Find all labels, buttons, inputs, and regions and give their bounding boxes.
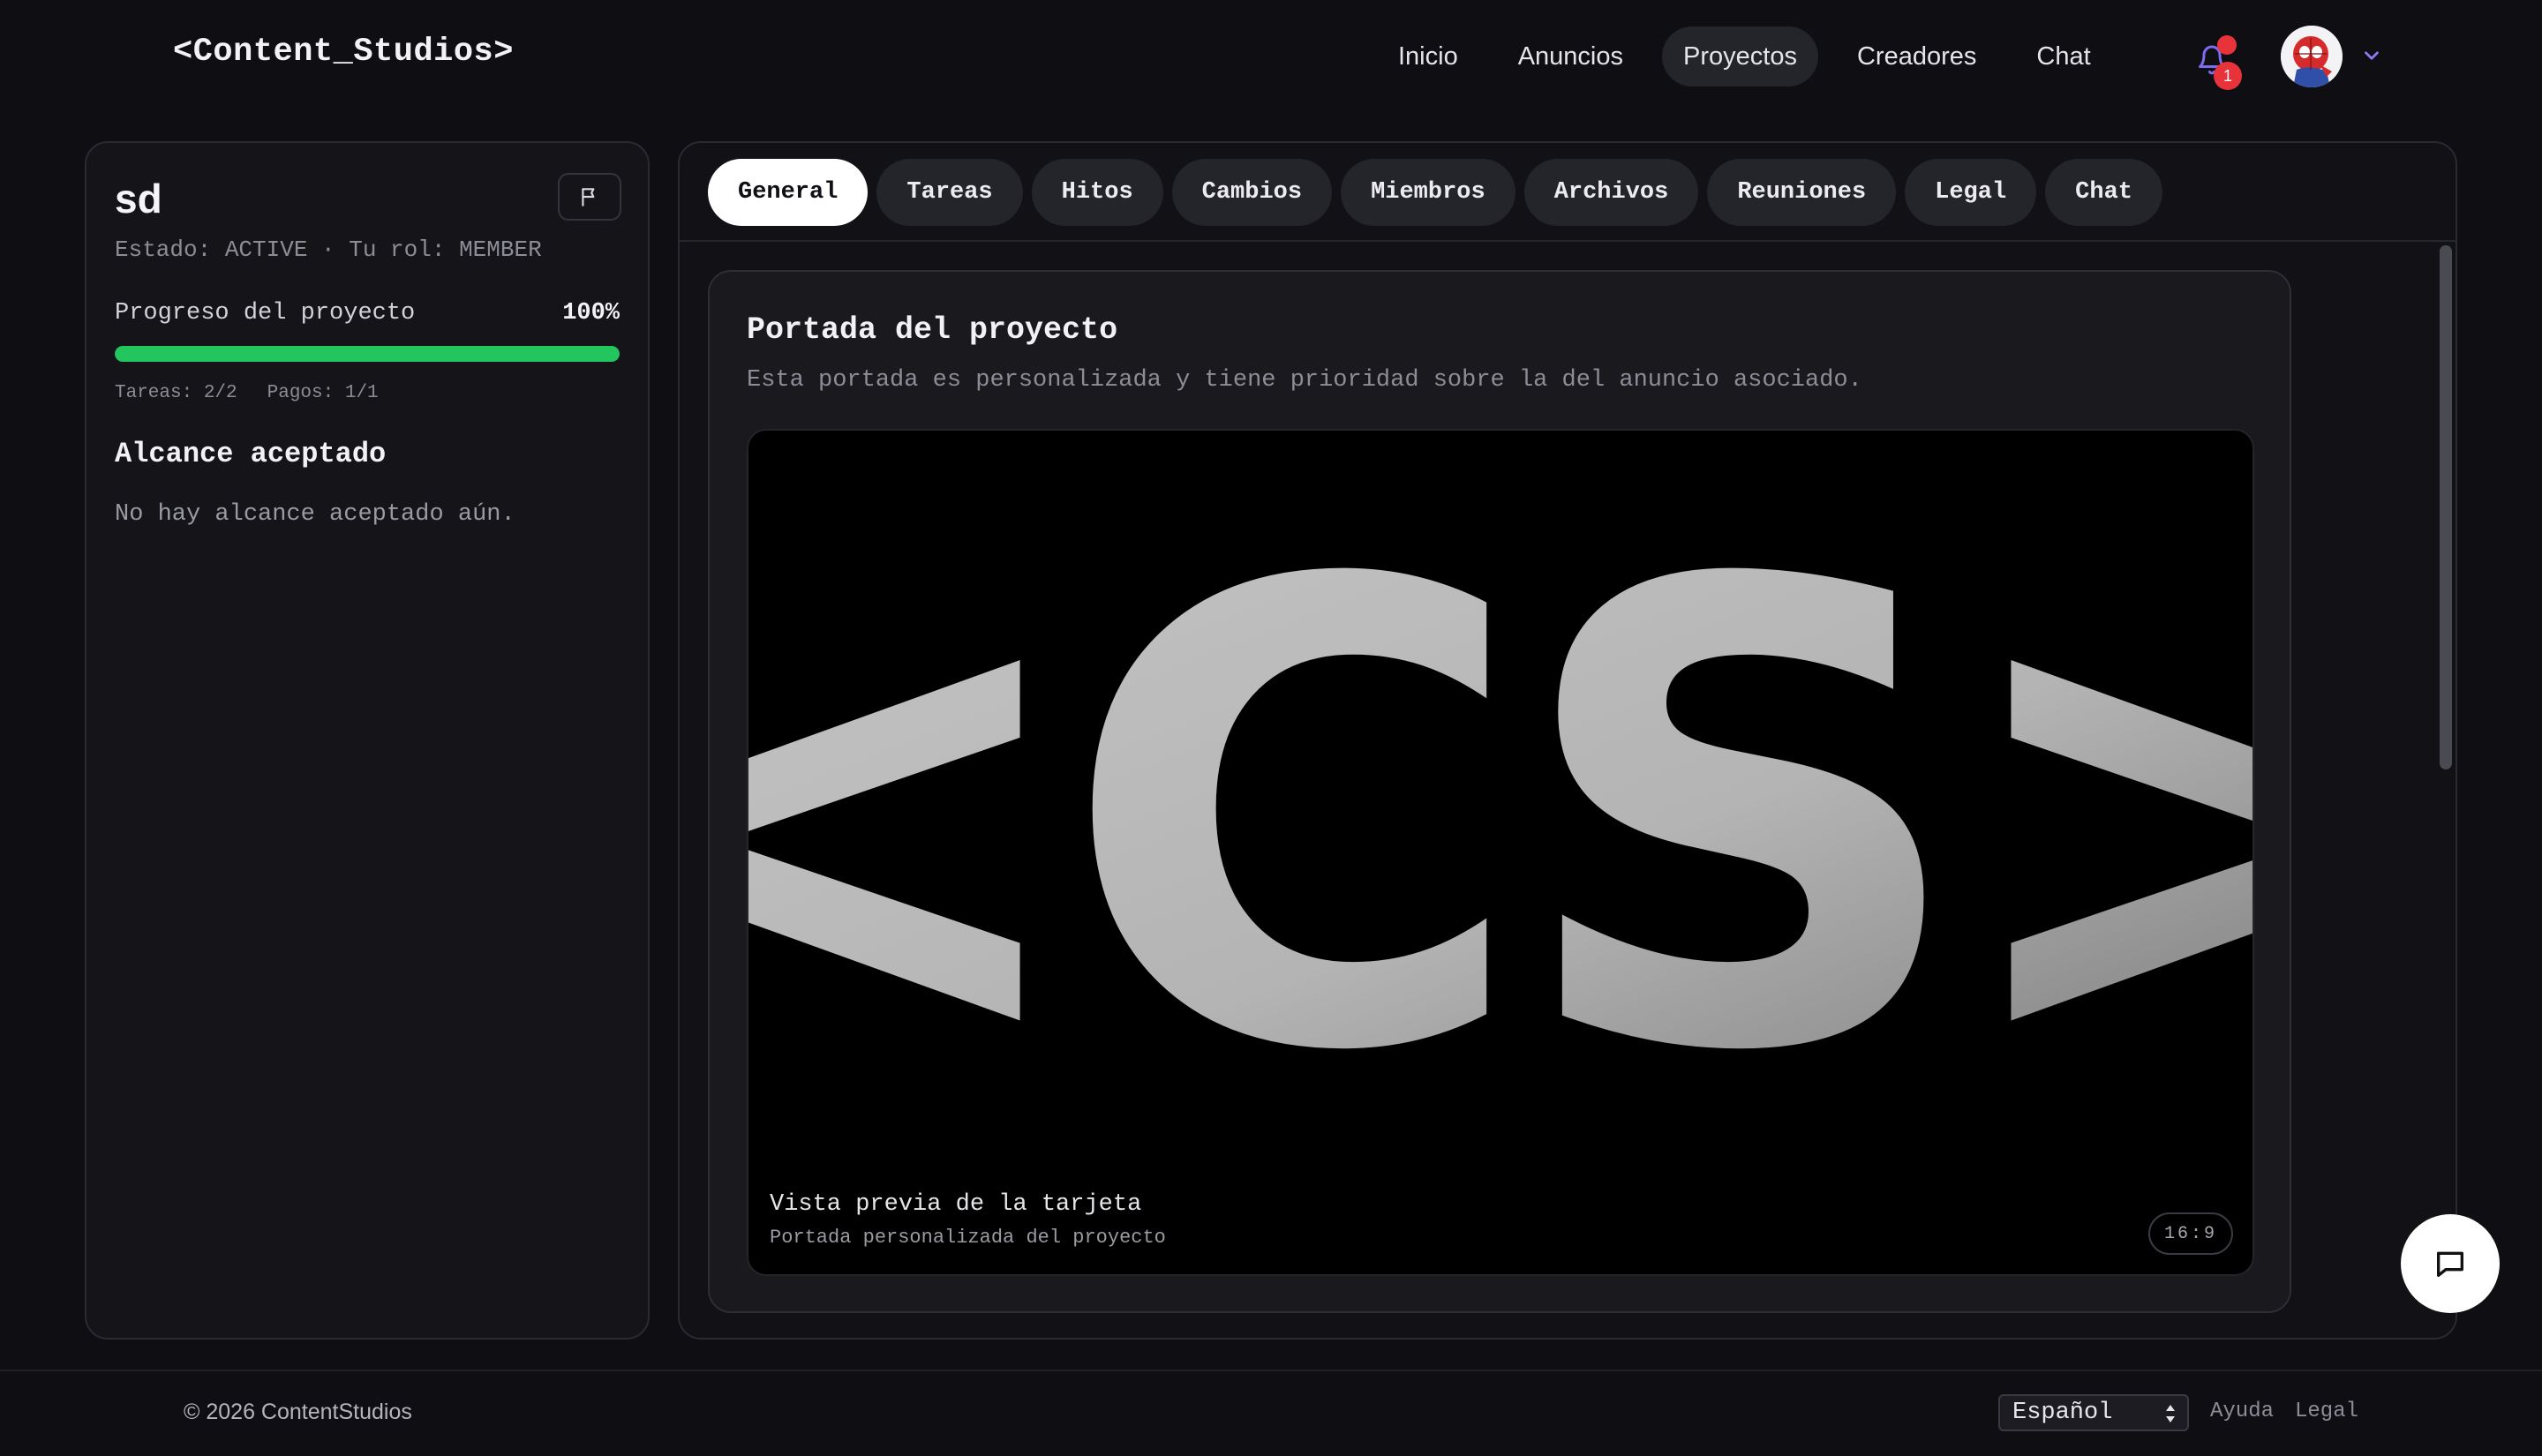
- report-button[interactable]: [558, 173, 621, 221]
- progress-value: 100%: [562, 300, 620, 326]
- scope-empty-message: No hay alcance aceptado aún.: [115, 501, 515, 528]
- nav-item-inicio[interactable]: Inicio: [1377, 26, 1479, 86]
- tabs-divider: [680, 240, 2456, 242]
- top-header: <Content_Studios> Inicio Anuncios Proyec…: [0, 0, 2542, 113]
- nav-item-proyectos[interactable]: Proyectos: [1662, 26, 1818, 86]
- nav-item-chat[interactable]: Chat: [2015, 26, 2111, 86]
- cover-subtitle: Esta portada es personalizada y tiene pr…: [747, 367, 1862, 394]
- nav-item-creadores[interactable]: Creadores: [1836, 26, 1997, 86]
- cover-logo-image: <CS>: [748, 450, 2254, 1190]
- preview-title: Vista previa de la tarjeta: [770, 1191, 1142, 1218]
- footer-divider: [0, 1370, 2542, 1371]
- tasks-count: Tareas: 2/2: [115, 383, 237, 403]
- notification-dot: [2217, 35, 2237, 55]
- preview-subtitle: Portada personalizada del proyecto: [770, 1227, 1166, 1249]
- cover-preview[interactable]: <CS> Vista previa de la tarjeta Portada …: [747, 429, 2254, 1276]
- main-nav: Inicio Anuncios Proyectos Creadores Chat: [1377, 26, 2130, 86]
- tab-general[interactable]: General: [708, 159, 869, 226]
- scope-title: Alcance aceptado: [115, 438, 387, 470]
- cover-title: Portada del proyecto: [747, 312, 1118, 348]
- panel-scrollbar[interactable]: [2436, 242, 2456, 1338]
- cover-logo-text: <CS>: [748, 450, 2254, 1190]
- project-status: Estado: ACTIVE · Tu rol: MEMBER: [115, 236, 542, 263]
- progress-bar: [115, 346, 620, 362]
- tab-cambios[interactable]: Cambios: [1171, 159, 1333, 226]
- language-value: Español: [2012, 1400, 2113, 1426]
- project-counts: Tareas: 2/2 Pagos: 1/1: [115, 383, 379, 403]
- tab-tareas[interactable]: Tareas: [876, 159, 1023, 226]
- chevron-down-icon[interactable]: [2360, 44, 2383, 67]
- project-tabs: General Tareas Hitos Cambios Miembros Ar…: [708, 159, 2162, 226]
- app-logo[interactable]: <Content_Studios>: [173, 34, 514, 71]
- tab-hitos[interactable]: Hitos: [1031, 159, 1163, 226]
- footer-legal-link[interactable]: Legal: [2295, 1400, 2358, 1423]
- footer-copyright: © 2026 ContentStudios: [184, 1400, 412, 1424]
- progress-label: Progreso del proyecto: [115, 300, 416, 326]
- project-summary-card: sd Estado: ACTIVE · Tu rol: MEMBER Progr…: [85, 141, 650, 1340]
- chat-icon: [2437, 1251, 2463, 1277]
- notifications-button[interactable]: 1: [2187, 35, 2242, 95]
- cover-section: Portada del proyecto Esta portada es per…: [708, 270, 2291, 1313]
- chat-fab-button[interactable]: [2401, 1214, 2500, 1313]
- select-arrows-icon: [2166, 1405, 2175, 1422]
- tab-chat[interactable]: Chat: [2045, 159, 2162, 226]
- user-avatar[interactable]: [2281, 26, 2343, 87]
- footer-help-link[interactable]: Ayuda: [2210, 1400, 2274, 1423]
- tab-miembros[interactable]: Miembros: [1341, 159, 1515, 226]
- payments-count: Pagos: 1/1: [267, 383, 379, 403]
- language-select[interactable]: Español: [1998, 1394, 2189, 1431]
- progress-bar-fill: [115, 346, 620, 362]
- aspect-ratio-badge: 16:9: [2147, 1212, 2233, 1255]
- avatar-image: [2281, 26, 2343, 87]
- notification-count-badge: 1: [2214, 62, 2242, 90]
- flag-icon: [582, 188, 595, 206]
- tab-archivos[interactable]: Archivos: [1523, 159, 1699, 226]
- project-name: sd: [115, 176, 162, 221]
- tab-legal[interactable]: Legal: [1905, 159, 2037, 226]
- project-detail-panel: General Tareas Hitos Cambios Miembros Ar…: [678, 141, 2457, 1340]
- scrollbar-thumb[interactable]: [2440, 245, 2452, 769]
- tab-reuniones[interactable]: Reuniones: [1707, 159, 1897, 226]
- nav-item-anuncios[interactable]: Anuncios: [1497, 26, 1644, 86]
